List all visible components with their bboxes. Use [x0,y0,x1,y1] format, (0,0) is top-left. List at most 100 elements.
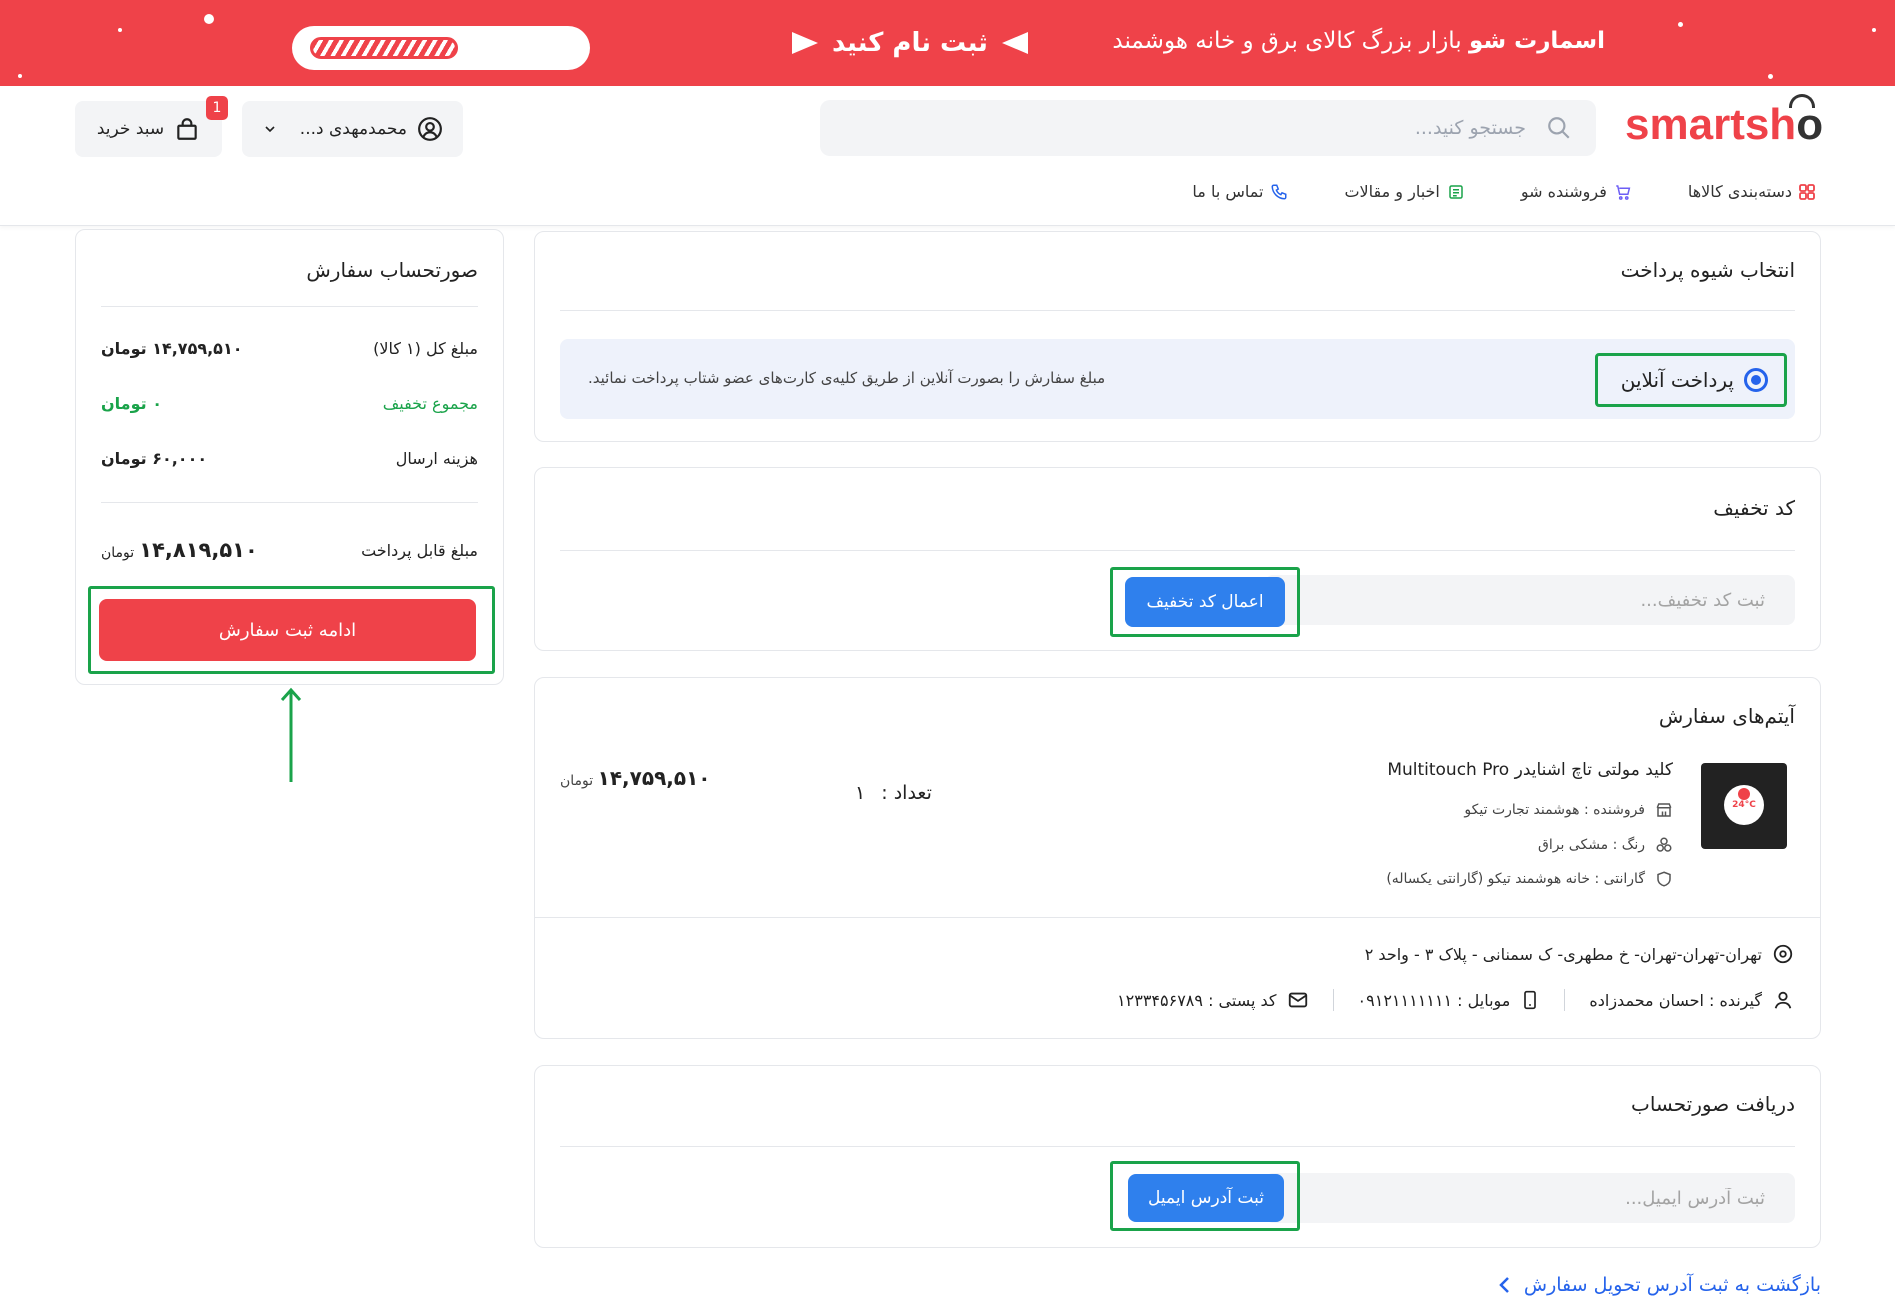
envelope-icon [1288,992,1307,1008]
submit-email-highlight: ثبت آدرس ایمیل [1110,1161,1300,1231]
payable-amount: ۱۴,۸۱۹,۵۱۰ تومان [101,538,258,562]
discount-row: مجموع تخفیف ۰ تومان [101,394,478,413]
decor-dot [1678,22,1683,27]
divider [560,550,1795,551]
payment-option-description: مبلغ سفارش را بصورت آنلاین از طریق کلیه‌… [588,369,1106,387]
promo-banner[interactable]: اسمارت شو بازار بزرگ کالای برق و خانه هو… [0,0,1895,86]
payment-title: انتخاب شیوه پرداخت [1620,258,1795,282]
logo-text: smartsh [1625,100,1797,149]
discount-label: مجموع تخفیف [382,394,478,413]
decor-dot [1872,28,1876,32]
radio-selected-icon [1744,368,1768,392]
recipient-info: گیرنده : احسان محمدزاده موبایل : ۰۹۱۲۱۱۱… [1117,989,1794,1011]
online-payment-radio[interactable]: پرداخت آنلاین [1595,353,1787,407]
total-row: مبلغ کل (۱ کالا) ۱۴,۷۵۹,۵۱۰ تومان [101,339,478,358]
product-warranty: گارانتی : خانه هوشمند تیکو (گارانتی یکسا… [1386,870,1673,888]
payable-currency: تومان [101,545,135,561]
shipping-row: هزینه ارسال ۶۰,۰۰۰ تومان [101,449,478,468]
postal-text: کد پستی : ۱۲۳۳۴۵۶۷۸۹ [1117,990,1277,1010]
apply-discount-button[interactable]: اعمال کد تخفیف [1125,577,1285,627]
delivery-address: تهران-تهران-تهران- خ مطهری- ک سمنانی - پ… [1365,943,1794,965]
address-text: تهران-تهران-تهران- خ مطهری- ک سمنانی - پ… [1364,944,1762,964]
discount-value: ۰ تومان [101,394,162,413]
cart-count-badge: 1 [206,96,228,120]
decor-dot [18,74,22,78]
user-name: محمدمهدی د... [299,119,407,139]
main-nav: دسته‌بندی کالاها فروشنده شو اخبار و مقال… [1192,182,1815,201]
product-seller: فروشنده : هوشمند تجارت تیکو [1464,801,1673,819]
invoice-title: دریافت صورتحساب [1631,1092,1795,1116]
total-value: ۱۴,۷۵۹,۵۱۰ تومان [101,339,243,358]
back-link-label: بازگشت به ثبت آدرس تحویل سفارش [1523,1274,1821,1296]
nav-label: دسته‌بندی کالاها [1687,182,1792,201]
progress-stripe-icon [310,37,458,59]
payment-method-card: انتخاب شیوه پرداخت پرداخت آنلاین مبلغ سف… [534,231,1821,442]
decor-dot [118,28,122,32]
cart-icon [1616,184,1631,200]
palette-icon [1656,837,1672,852]
search-icon[interactable] [1546,115,1572,141]
discount-code-card: کد تخفیف اعمال کد تخفیف [534,467,1821,651]
nav-item-categories[interactable]: دسته‌بندی کالاها [1688,182,1815,201]
order-items-card: آیتم‌های سفارش 24°C کلید مولتی تاچ اشنای… [534,677,1821,1039]
cart-label: سبد خرید [96,119,165,139]
discount-code-input[interactable] [1265,575,1795,625]
payable-label: مبلغ قابل پرداخت [361,540,478,560]
product-name[interactable]: کلید مولتی تاچ اشنایدر Multitouch Pro [1387,760,1673,780]
grid-icon [1799,183,1815,200]
phone-icon [1271,184,1287,200]
chevron-down-icon [265,126,275,133]
color-text: رنگ : مشکی براق [1537,837,1645,853]
nav-item-seller[interactable]: فروشنده شو [1521,182,1632,201]
banner-pill [292,26,590,70]
banner-cta-label: ثبت نام کنید [832,28,988,58]
receiver-text: گیرنده : احسان محمدزاده [1589,990,1762,1010]
divider [101,306,478,307]
user-circle-icon [418,117,442,141]
separator [1564,989,1566,1011]
nav-item-news[interactable]: اخبار و مقالات [1344,182,1464,201]
apply-discount-highlight: اعمال کد تخفیف [1110,567,1300,637]
payment-option-label: پرداخت آنلاین [1620,368,1734,392]
arrow-right-icon [792,32,818,54]
chevron-left-icon [1499,1277,1509,1293]
payable-value: ۱۴,۸۱۹,۵۱۰ [139,538,258,562]
items-title: آیتم‌های سفارش [1658,704,1795,728]
seller-text: فروشنده : هوشمند تجارت تیکو [1464,802,1645,818]
nav-item-contact[interactable]: تماس با ما [1192,182,1288,201]
divider [101,502,478,503]
newspaper-icon [1449,184,1463,199]
shipping-label: هزینه ارسال [395,449,478,468]
user-menu-button[interactable]: محمدمهدی د... [242,101,463,157]
payment-option-box: پرداخت آنلاین مبلغ سفارش را بصورت آنلاین… [560,339,1795,419]
shopping-bag-icon [177,118,197,140]
email-input[interactable] [1265,1173,1795,1223]
price-value: ۱۴,۷۵۹,۵۱۰ [597,766,711,790]
decor-dot [1768,74,1773,79]
search-input[interactable] [926,100,1526,156]
summary-title: صورتحساب سفارش [306,258,478,282]
separator [1332,989,1334,1011]
banner-headline: اسمارت شو بازار بزرگ کالای برق و خانه هو… [1112,28,1605,54]
divider [535,917,1820,918]
site-logo[interactable]: smartsho [1625,94,1823,150]
nav-label: فروشنده شو [1520,182,1607,201]
product-image[interactable]: 24°C [1701,763,1787,849]
decor-dot [204,14,214,24]
product-price: ۱۴,۷۵۹,۵۱۰ تومان [560,766,711,790]
invoice-card: دریافت صورتحساب ثبت آدرس ایمیل [534,1065,1821,1248]
banner-signup-cta[interactable]: ثبت نام کنید [792,28,1028,58]
divider [560,1146,1795,1147]
banner-tagline: بازار بزرگ کالای برق و خانه هوشمند [1112,28,1462,54]
arrow-left-icon [1001,32,1028,54]
continue-order-button[interactable]: ادامه ثبت سفارش [99,599,476,661]
nav-label: تماس با ما [1192,182,1264,201]
quantity-value: ۱ [855,782,866,804]
payable-row: مبلغ قابل پرداخت ۱۴,۸۱۹,۵۱۰ تومان [101,538,478,562]
wifi-icon [1789,94,1816,108]
submit-email-button[interactable]: ثبت آدرس ایمیل [1128,1174,1284,1222]
nav-label: اخبار و مقالات [1344,182,1440,201]
back-to-address-link[interactable]: بازگشت به ثبت آدرس تحویل سفارش [1498,1274,1821,1296]
site-header: smartsho محمدمهدی د... سبد خرید 1 دسته‌ب… [0,86,1895,226]
cart-button[interactable]: سبد خرید [75,101,222,157]
